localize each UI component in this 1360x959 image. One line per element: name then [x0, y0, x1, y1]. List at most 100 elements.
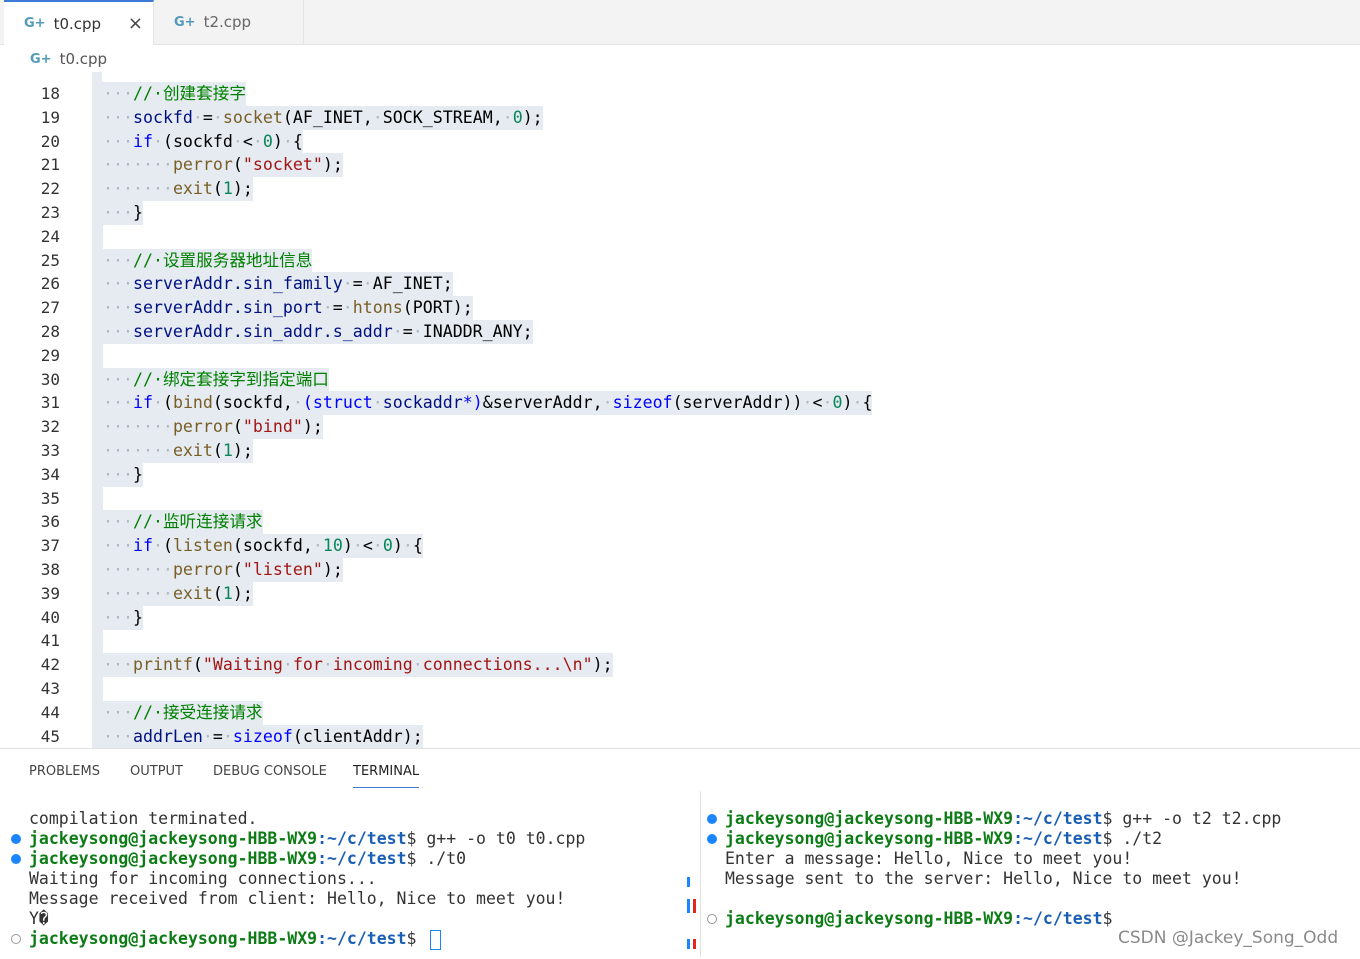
command-status-icon[interactable]: [11, 854, 21, 864]
terminal-line: jackeysong@jackeysong-HBB-WX9:~/c/test$ …: [11, 829, 585, 849]
editor-tab-bar: G+ t0.cpp × G+ t2.cpp: [0, 0, 1360, 45]
code-text[interactable]: ····serverAddr.sin_port·=·htons(PORT);: [93, 296, 473, 321]
close-icon[interactable]: ×: [128, 13, 143, 34]
code-line[interactable]: 36 ····//·监听连接请求: [0, 510, 1360, 535]
code-line[interactable]: 28 ····serverAddr.sin_addr.s_addr·=·INADD…: [0, 320, 1360, 344]
code-line[interactable]: 44 ····//·接受连接请求: [0, 700, 1360, 725]
code-line[interactable]: 27 ····serverAddr.sin_port·=·htons(PORT);: [0, 296, 1360, 321]
line-number: 40: [40, 607, 60, 627]
terminal-text: compilation terminated.: [29, 809, 258, 828]
code-text[interactable]: ········perror("listen");: [93, 558, 343, 582]
code-line[interactable]: 32 ········perror("bind");: [0, 415, 1360, 440]
scroll-marker: [687, 877, 690, 887]
code-text[interactable]: ····printf("Waiting·for·incoming·connect…: [93, 653, 613, 678]
code-line[interactable]: 31 ····if·(bind(sockfd,·(struct·sockaddr*…: [0, 391, 1360, 416]
command-status-icon[interactable]: [707, 834, 717, 844]
code-text[interactable]: ····//·绑定套接字到指定端口: [93, 367, 329, 392]
code-text[interactable]: ····serverAddr.sin_family·=·AF_INET;: [93, 272, 453, 297]
code-text[interactable]: ····//·创建套接字: [93, 82, 246, 106]
tab-problems[interactable]: PROBLEMS: [29, 764, 100, 779]
scroll-marker: [687, 939, 690, 949]
code-line[interactable]: 34 ····}: [0, 462, 1360, 487]
line-number: 19: [40, 107, 60, 127]
breadcrumb-file[interactable]: t0.cpp: [60, 50, 107, 68]
code-text[interactable]: ····sockfd·=·socket(AF_INET,·SOCK_STREAM…: [93, 105, 543, 130]
code-text[interactable]: ····if·(listen(sockfd,·10)·<·0)·{: [93, 534, 423, 559]
code-text[interactable]: ········exit(1);: [93, 439, 253, 463]
line-number: 35: [40, 488, 60, 508]
line-number: 43: [40, 679, 60, 698]
line-number: 22: [40, 179, 60, 199]
code-line[interactable]: 25 ····//·设置服务器地址信息: [0, 248, 1360, 273]
tab-t2-cpp[interactable]: G+ t2.cpp: [154, 0, 304, 44]
code-line[interactable]: 24: [0, 224, 1360, 249]
code-text[interactable]: ····addrLen·=·sizeof(clientAddr);: [93, 724, 423, 748]
code-text[interactable]: ········exit(1);: [93, 177, 253, 202]
code-line[interactable]: 39 ········exit(1);: [0, 581, 1360, 606]
code-text[interactable]: ····//·接受连接请求: [93, 700, 263, 725]
command-status-icon[interactable]: [11, 834, 21, 844]
terminal-prompt-path: :~/c/test: [317, 849, 407, 868]
line-number: 42: [40, 655, 60, 675]
code-text[interactable]: ····//·监听连接请求: [93, 510, 263, 535]
code-line[interactable]: 23 ····}: [0, 201, 1360, 225]
tab-output[interactable]: OUTPUT: [130, 764, 183, 779]
code-line[interactable]: 33 ········exit(1);: [0, 439, 1360, 463]
code-line[interactable]: 42 ····printf("Waiting·for·incoming·conne…: [0, 653, 1360, 678]
code-line[interactable]: 21 ········perror("socket");: [0, 153, 1360, 178]
line-number: 33: [40, 441, 60, 460]
code-line[interactable]: 19 ····sockfd·=·socket(AF_INET,·SOCK_STRE…: [0, 105, 1360, 130]
code-line[interactable]: 20 ····if·(sockfd·<·0)·{: [0, 129, 1360, 154]
code-line[interactable]: 40 ····}: [0, 605, 1360, 630]
terminal-text: Message sent to the server: Hello, Nice …: [725, 869, 1242, 888]
code-line[interactable]: 35: [0, 486, 1360, 511]
code-line[interactable]: 30 ····//·绑定套接字到指定端口: [0, 367, 1360, 392]
terminal-prompt-user: jackeysong@jackeysong-HBB-WX9: [725, 909, 1014, 928]
terminal-text: $: [406, 929, 427, 948]
code-line[interactable]: 38 ········perror("listen");: [0, 558, 1360, 582]
terminal-text: $: [1102, 909, 1113, 928]
code-text[interactable]: ····if·(sockfd·<·0)·{: [93, 129, 303, 154]
code-line[interactable]: 37 ····if·(listen(sockfd,·10)·<·0)·{: [0, 534, 1360, 559]
scroll-marker: [693, 939, 696, 949]
terminal-cursor: [430, 929, 442, 950]
terminal-prompt-path: :~/c/test: [317, 829, 407, 848]
code-line[interactable]: 29: [0, 343, 1360, 368]
terminal-text: $ ./t2: [1102, 829, 1163, 848]
breadcrumb[interactable]: G+ t0.cpp: [0, 45, 1360, 73]
code-text[interactable]: ····serverAddr.sin_addr.s_addr·=·INADDR_…: [93, 320, 533, 344]
terminal-prompt-user: jackeysong@jackeysong-HBB-WX9: [29, 849, 318, 868]
terminal-text: Y�: [29, 909, 49, 928]
code-editor[interactable]: 18 ····//·创建套接字 19 ····sockfd·=·socket(AF_I…: [0, 72, 1360, 748]
tab-terminal[interactable]: TERMINAL: [353, 764, 420, 788]
line-number: 27: [40, 298, 60, 318]
terminal-prompt-path: :~/c/test: [317, 929, 407, 948]
scroll-marker: [687, 899, 690, 913]
command-status-icon[interactable]: [11, 934, 21, 944]
code-text[interactable]: ········exit(1);: [93, 581, 253, 606]
line-number: 23: [40, 203, 60, 222]
command-status-icon[interactable]: [707, 914, 717, 924]
line-number: 30: [40, 369, 60, 389]
line-number: 34: [40, 464, 60, 484]
code-line[interactable]: 26 ····serverAddr.sin_family·=·AF_INET;: [0, 272, 1360, 297]
code-line[interactable]: 18 ····//·创建套接字: [0, 82, 1360, 106]
code-text[interactable]: ····//·设置服务器地址信息: [93, 248, 313, 273]
code-line[interactable]: 22 ········exit(1);: [0, 177, 1360, 202]
code-text[interactable]: ····if·(bind(sockfd,·(struct·sockaddr*)&…: [93, 391, 873, 416]
code-text[interactable]: ········perror("socket");: [93, 153, 343, 178]
terminal-line: jackeysong@jackeysong-HBB-WX9:~/c/test$: [707, 909, 1113, 929]
line-number: 29: [40, 345, 60, 365]
line-number: 28: [40, 322, 60, 341]
code-line[interactable]: 43: [0, 677, 1360, 701]
code-line[interactable]: 45 ····addrLen·=·sizeof(clientAddr);: [0, 724, 1360, 748]
tab-t0-cpp[interactable]: G+ t0.cpp ×: [4, 0, 154, 45]
tab-debug-console[interactable]: DEBUG CONSOLE: [213, 764, 327, 779]
command-status-icon[interactable]: [707, 814, 717, 824]
code-text[interactable]: ········perror("bind");: [93, 415, 323, 440]
line-number: 36: [40, 512, 60, 532]
code-line[interactable]: 41: [0, 629, 1360, 654]
terminal-split-divider[interactable]: [700, 791, 701, 957]
line-number: 39: [40, 583, 60, 603]
terminal-line: compilation terminated.: [29, 809, 257, 829]
